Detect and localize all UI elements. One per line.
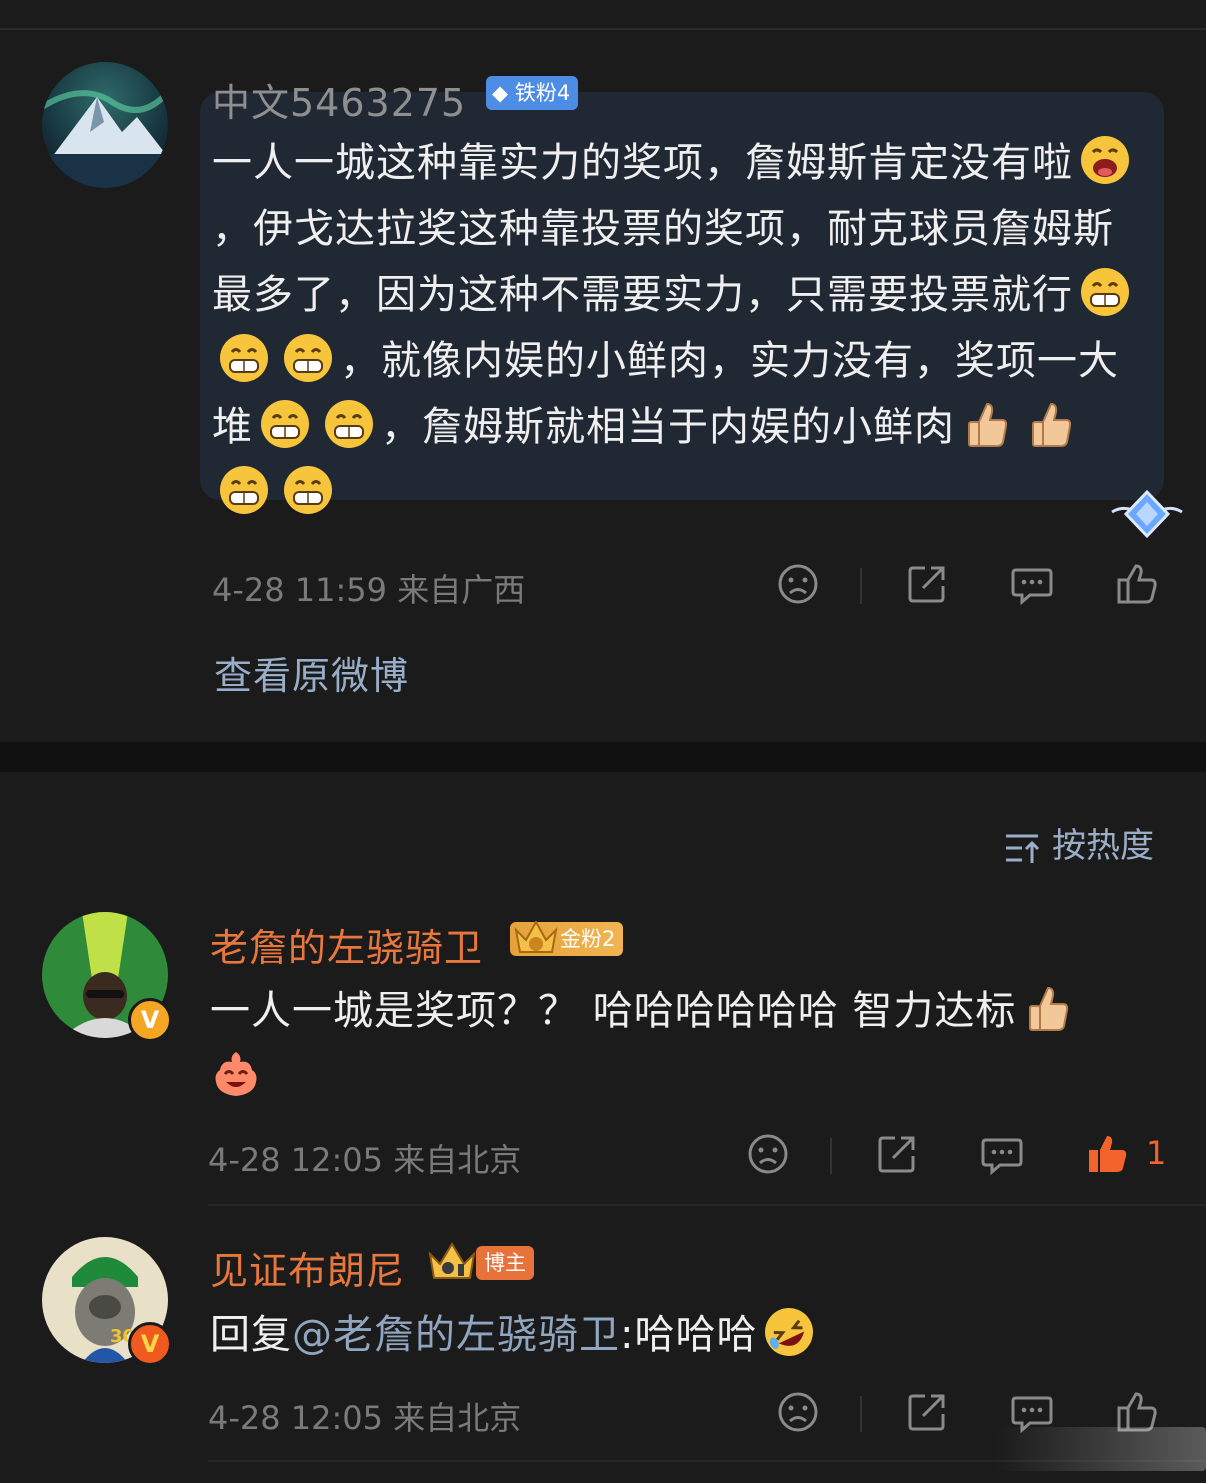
like-icon-active[interactable] [1085,1132,1129,1176]
comment-username[interactable]: 见证布朗尼 [210,1240,405,1295]
grin-emoji [323,398,375,450]
share-icon[interactable] [905,562,949,606]
verified-label: V [140,1330,160,1358]
dislike-icon[interactable] [746,1132,790,1176]
bubble-diamond-icon [1111,489,1183,539]
comment-text-body: 一人一城是奖项？？ 哈哈哈哈哈哈 智力达标 [210,988,1017,1034]
reply-prefix: 回复 [210,1312,292,1358]
sort-by-hot-button[interactable]: 按热度 [1004,818,1154,867]
post-username[interactable]: 中文5463275 [212,72,466,127]
crown-icon [428,1242,476,1279]
grin-emoji [282,464,334,516]
comment-divider [208,1204,1206,1206]
dislike-icon[interactable] [776,562,820,606]
verified-badge: V [128,998,172,1042]
mention-link[interactable]: @老詹的左骁骑卫 [292,1312,620,1358]
verified-label: V [140,1006,160,1034]
sort-icon [1006,834,1040,863]
crown-icon [514,919,558,953]
share-icon[interactable] [875,1132,919,1176]
avatar-image [42,62,168,188]
share-icon[interactable] [905,1390,949,1434]
action-divider [830,1138,832,1174]
fan-badge-label: 金粉2 [560,927,616,951]
blogger-badge: 博主 [476,1246,534,1280]
section-gap [0,742,1206,772]
grin-emoji [259,398,311,450]
grin-emoji [218,464,270,516]
verified-badge: V [128,1322,172,1366]
laugh-emoji [210,1048,262,1100]
comment-actions: 1 [0,1132,1206,1180]
comment-text: 一人一城是奖项？？ 哈哈哈哈哈哈 智力达标 [210,978,1150,1110]
top-divider [0,28,1206,30]
fan-badge: 金粉2 [510,919,624,956]
fan-badge: ◆ 铁粉4 [486,76,579,110]
avatar[interactable] [42,62,168,188]
post-actions [0,562,1206,610]
thumbs-up-emoji [1025,398,1077,450]
fan-badge-label: 铁粉4 [514,81,571,105]
post-text-part: 一人一城这种靠实力的奖项，詹姆斯肯定没有啦 [212,140,1073,186]
thumbs-up-emoji [961,398,1013,450]
laugh-emoji [1079,134,1131,186]
sort-label: 按热度 [1052,826,1154,866]
diamond-icon: ◆ [492,81,509,105]
thumbs-up-emoji [1022,982,1074,1034]
comment-username[interactable]: 老詹的左骁骑卫 [210,917,483,972]
post-text: 一人一城这种靠实力的奖项，詹姆斯肯定没有啦 ，伊戈达拉奖这种靠投票的奖项，耐克球员… [212,130,1137,526]
grin-emoji [218,332,270,384]
post-text-part: ，伊戈达拉奖这种靠投票的奖项，耐克球员詹姆斯最多了，因为这种不需要实力，只需要投… [212,206,1114,318]
action-divider [860,568,862,604]
grin-emoji [1079,266,1131,318]
action-divider [860,1396,862,1432]
like-count: 1 [1146,1134,1167,1172]
like-icon[interactable] [1115,562,1159,606]
comment-icon[interactable] [980,1132,1024,1176]
rofl-emoji [763,1306,815,1358]
post-text-part: ，詹姆斯就相当于内娱的小鲜肉 [381,404,955,450]
view-original-link[interactable]: 查看原微博 [214,645,409,700]
comment-icon[interactable] [1010,562,1054,606]
reply-text: :哈哈哈 [620,1312,758,1358]
grin-emoji [282,332,334,384]
dislike-icon[interactable] [776,1390,820,1434]
watermark [996,1427,1206,1471]
comment-text: 回复@老詹的左骁骑卫:哈哈哈 [210,1302,1150,1368]
